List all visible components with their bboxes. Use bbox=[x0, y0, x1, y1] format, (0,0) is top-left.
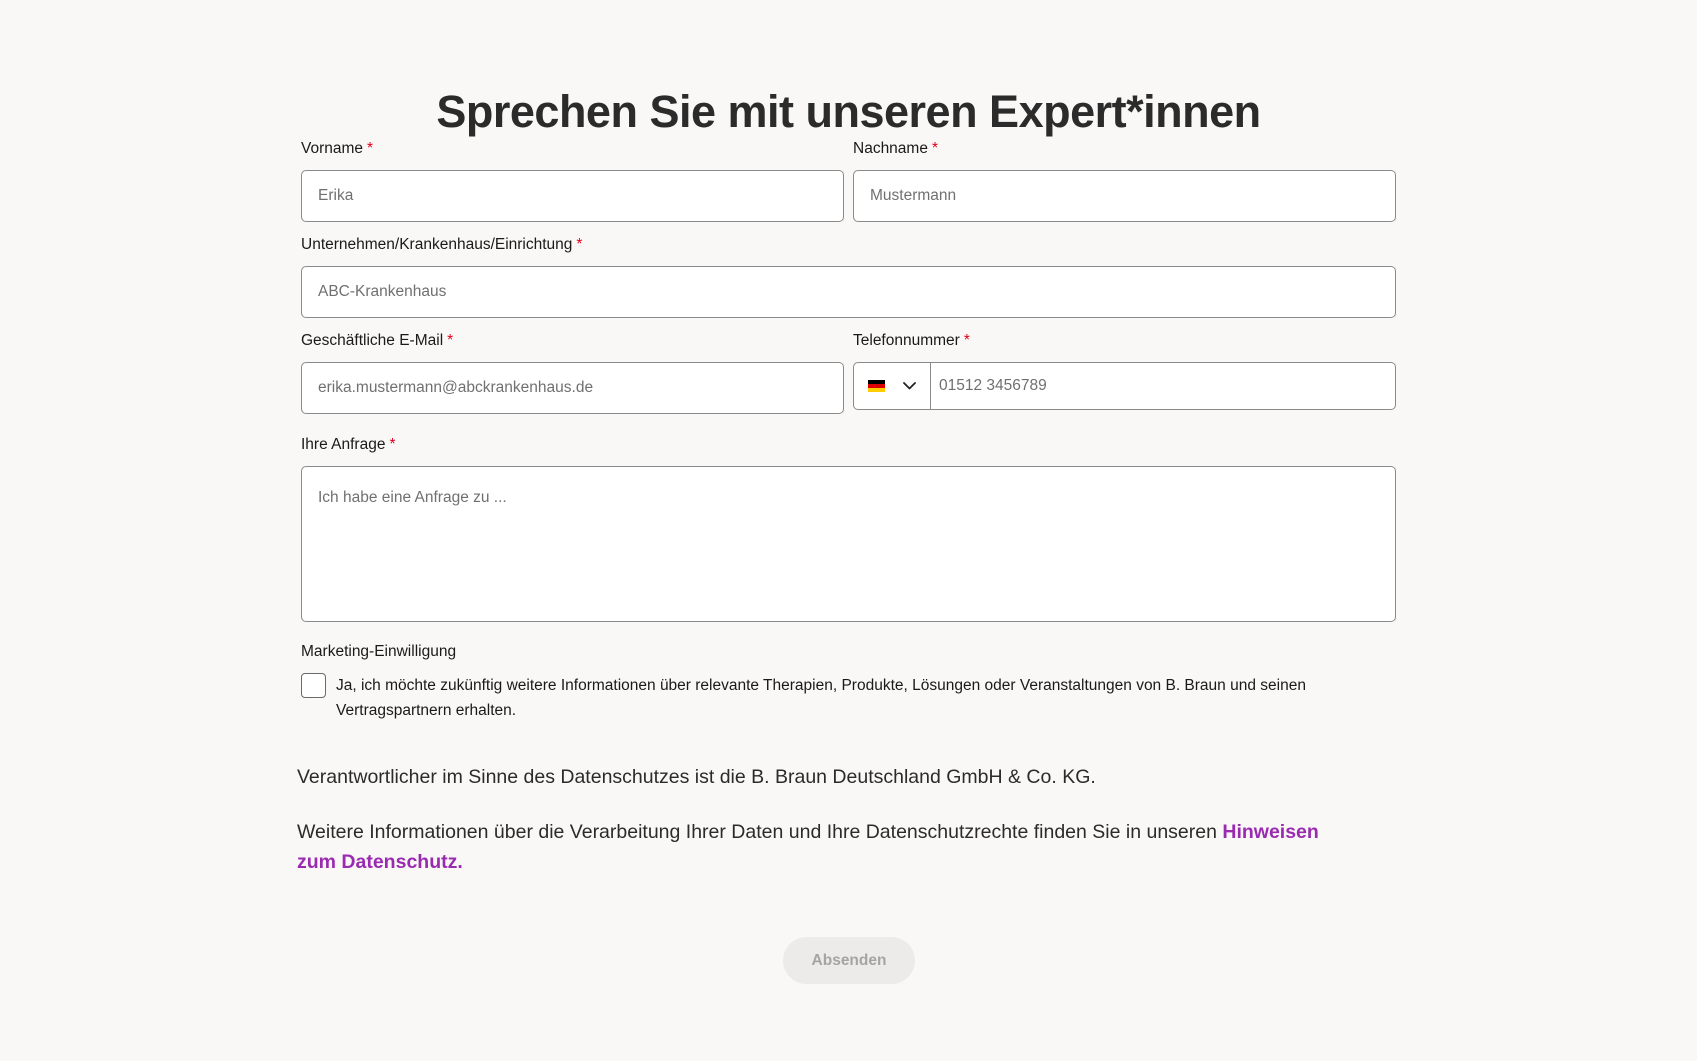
request-label: Ihre Anfrage * bbox=[301, 435, 396, 455]
marketing-label: Marketing-Einwilligung bbox=[301, 643, 457, 660]
phone-label-text: Telefonnummer bbox=[853, 332, 960, 349]
marketing-consent-checkbox[interactable] bbox=[301, 673, 326, 698]
contact-form-page: Sprechen Sie mit unseren Expert*innen Vo… bbox=[0, 0, 1697, 1061]
page-title: Sprechen Sie mit unseren Expert*innen bbox=[436, 86, 1261, 137]
email-label: Geschäftliche E-Mail * bbox=[301, 331, 453, 351]
first-name-label-text: Vorname bbox=[301, 140, 364, 157]
email-label-text: Geschäftliche E-Mail bbox=[301, 332, 444, 349]
privacy-info-sentence: Weitere Informationen über die Verarbeit… bbox=[297, 821, 1223, 843]
request-label-text: Ihre Anfrage bbox=[301, 436, 386, 453]
privacy-info-text: Weitere Informationen über die Verarbeit… bbox=[297, 817, 1357, 877]
phone-input[interactable] bbox=[931, 363, 1395, 409]
first-name-input[interactable] bbox=[301, 170, 844, 222]
phone-label: Telefonnummer * bbox=[853, 331, 970, 351]
required-marker: * bbox=[576, 236, 583, 253]
phone-field bbox=[853, 362, 1396, 410]
marketing-consent-text: Ja, ich möchte zukünftig weitere Informa… bbox=[336, 677, 1306, 719]
email-input[interactable] bbox=[301, 362, 844, 414]
last-name-label-text: Nachname bbox=[853, 140, 928, 157]
flag-germany-icon bbox=[868, 380, 885, 392]
submit-button[interactable]: Absenden bbox=[783, 937, 915, 984]
last-name-label: Nachname * bbox=[853, 139, 938, 159]
last-name-input[interactable] bbox=[853, 170, 1396, 222]
first-name-label: Vorname * bbox=[301, 139, 373, 159]
chevron-down-icon bbox=[903, 382, 916, 390]
required-marker: * bbox=[389, 436, 396, 453]
required-marker: * bbox=[367, 140, 374, 157]
company-label: Unternehmen/Krankenhaus/Einrichtung * bbox=[301, 235, 582, 255]
data-controller-text: Verantwortlicher im Sinne des Datenschut… bbox=[297, 766, 1096, 788]
required-marker: * bbox=[447, 332, 454, 349]
required-marker: * bbox=[931, 140, 939, 157]
country-code-dropdown[interactable] bbox=[854, 363, 931, 409]
company-input[interactable] bbox=[301, 266, 1396, 318]
company-label-text: Unternehmen/Krankenhaus/Einrichtung bbox=[301, 236, 573, 253]
required-marker: * bbox=[963, 332, 970, 349]
request-textarea[interactable] bbox=[301, 466, 1396, 622]
